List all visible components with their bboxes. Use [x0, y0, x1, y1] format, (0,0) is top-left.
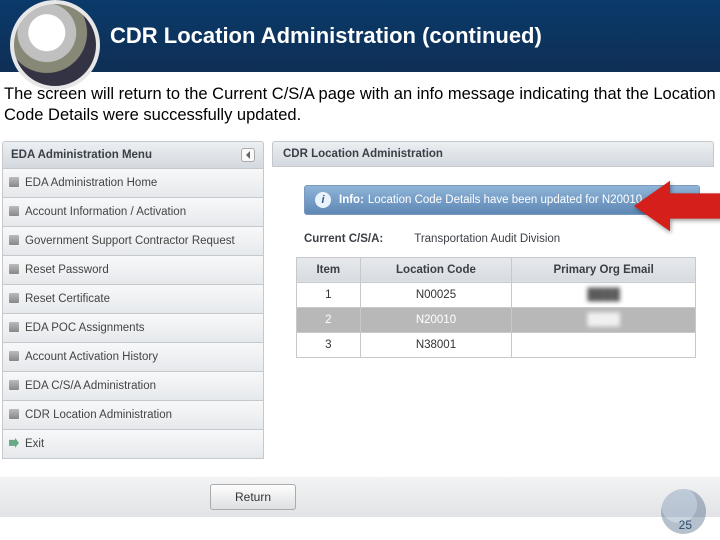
cell-email: [512, 332, 696, 357]
sidebar-item-activation-history[interactable]: Account Activation History: [2, 343, 264, 372]
sidebar-item-cdr-location[interactable]: CDR Location Administration: [2, 401, 264, 430]
sidebar-item-home[interactable]: EDA Administration Home: [2, 169, 264, 198]
slide-caption: The screen will return to the Current C/…: [0, 72, 720, 135]
sidebar-item-label: CDR Location Administration: [25, 409, 172, 421]
col-item: Item: [297, 257, 361, 282]
location-table: Item Location Code Primary Org Email 1 N…: [296, 257, 696, 358]
sidebar-item-label: Reset Certificate: [25, 293, 110, 305]
sidebar-item-poc[interactable]: EDA POC Assignments: [2, 314, 264, 343]
main-panel: CDR Location Administration i Info: Loca…: [270, 137, 720, 517]
sidebar-item-reset-password[interactable]: Reset Password: [2, 256, 264, 285]
sidebar-heading-label: EDA Administration Menu: [11, 149, 152, 161]
current-csa-label: Current C/S/A:: [304, 233, 383, 245]
info-icon: i: [315, 192, 331, 208]
cell-code: N38001: [360, 332, 512, 357]
footer-bar: Return: [0, 477, 720, 517]
sidebar-item-gov-contractor[interactable]: Government Support Contractor Request: [2, 227, 264, 256]
sidebar-item-label: Reset Password: [25, 264, 109, 276]
sidebar-item-label: EDA Administration Home: [25, 177, 157, 189]
current-csa-value: Transportation Audit Division: [414, 233, 560, 245]
info-text: Location Code Details have been updated …: [368, 194, 642, 206]
page-number: 25: [679, 518, 692, 532]
slide-title: CDR Location Administration (continued): [110, 23, 542, 49]
return-button[interactable]: Return: [210, 484, 296, 510]
sidebar-item-label: EDA POC Assignments: [25, 322, 145, 334]
app-screenshot: EDA Administration Menu EDA Administrati…: [0, 137, 720, 517]
sidebar-item-label: EDA C/S/A Administration: [25, 380, 156, 392]
cell-item: 3: [297, 332, 361, 357]
slide-title-band: CDR Location Administration (continued): [0, 0, 720, 72]
table-row[interactable]: 2 N20010 ████: [297, 307, 696, 332]
sidebar-item-label: Government Support Contractor Request: [25, 235, 235, 247]
cell-item: 2: [297, 307, 361, 332]
collapse-icon[interactable]: [241, 148, 255, 162]
col-primary-email: Primary Org Email: [512, 257, 696, 282]
info-prefix: Info:: [339, 194, 364, 206]
table-row[interactable]: 3 N38001: [297, 332, 696, 357]
current-csa-line: Current C/S/A: Transportation Audit Divi…: [304, 233, 714, 245]
sidebar-item-label: Exit: [25, 438, 44, 450]
sidebar-item-label: Account Information / Activation: [25, 206, 186, 218]
sidebar-item-account-info[interactable]: Account Information / Activation: [2, 198, 264, 227]
info-banner: i Info: Location Code Details have been …: [304, 185, 700, 215]
cell-item: 1: [297, 282, 361, 307]
table-row[interactable]: 1 N00025 ████: [297, 282, 696, 307]
sidebar: EDA Administration Menu EDA Administrati…: [0, 137, 270, 517]
sidebar-item-csa-admin[interactable]: EDA C/S/A Administration: [2, 372, 264, 401]
sidebar-heading: EDA Administration Menu: [2, 141, 264, 169]
sidebar-item-reset-cert[interactable]: Reset Certificate: [2, 285, 264, 314]
cell-email: ████: [512, 307, 696, 332]
cell-code: N00025: [360, 282, 512, 307]
main-heading: CDR Location Administration: [272, 141, 714, 167]
cell-code: N20010: [360, 307, 512, 332]
col-location-code: Location Code: [360, 257, 512, 282]
sidebar-item-label: Account Activation History: [25, 351, 158, 363]
cell-email: ████: [512, 282, 696, 307]
sidebar-item-exit[interactable]: Exit: [2, 430, 264, 459]
